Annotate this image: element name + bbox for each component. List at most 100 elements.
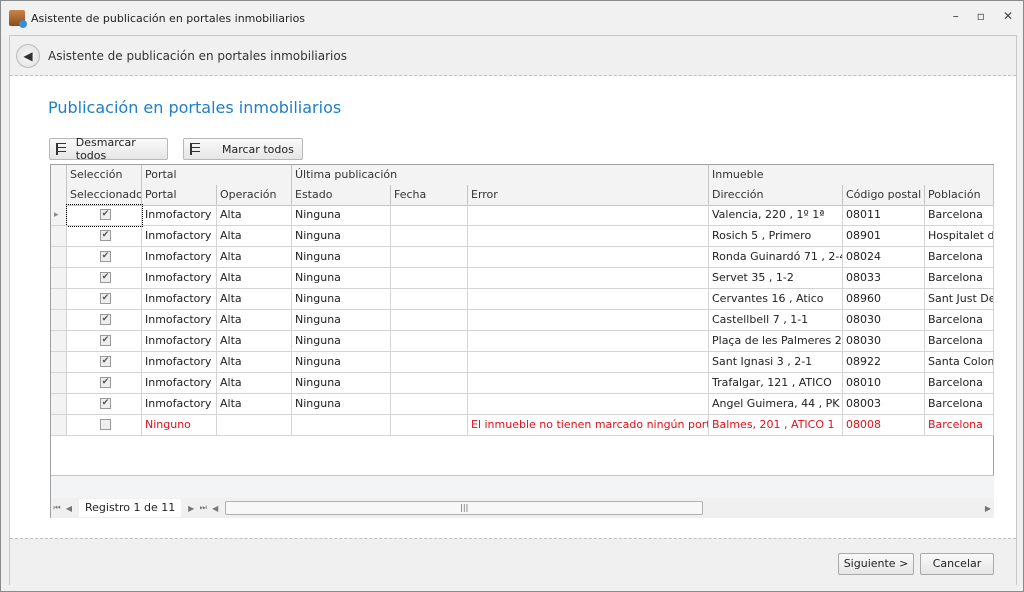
app-icon [9, 10, 27, 28]
selected-cell[interactable]: ✔ [67, 289, 142, 310]
cell-pob: Barcelona [925, 394, 994, 415]
column-header[interactable]: Seleccionado [67, 185, 142, 206]
cell-fecha [391, 394, 468, 415]
last-record-icon[interactable]: ⏭ [197, 503, 209, 513]
indicator-header [51, 165, 67, 186]
cell-dir: Valencia, 220 , 1º 1ª [709, 205, 843, 226]
column-header[interactable]: Estado [292, 185, 391, 206]
next-record-icon[interactable]: ▶ [185, 504, 197, 513]
column-header[interactable]: Operación [217, 185, 292, 206]
cell-cp: 08010 [843, 373, 925, 394]
cell-estado: Ninguna [292, 331, 391, 352]
checked-checkbox[interactable]: ✔ [100, 209, 111, 220]
cell-pob: Sant Just Des [925, 289, 994, 310]
selected-cell[interactable] [67, 415, 142, 436]
table-row[interactable]: ✔ Inmofactory Alta Ninguna Trafalgar, 121 , … [51, 373, 994, 394]
table-row[interactable]: ✔ Inmofactory Alta Ninguna Cervantes 16 , At… [51, 289, 994, 310]
checked-checkbox[interactable]: ✔ [100, 251, 111, 262]
cell-fecha [391, 247, 468, 268]
scroll-right-icon[interactable]: ▶ [982, 504, 994, 513]
selected-cell[interactable]: ✔ [67, 373, 142, 394]
cell-cp: 08901 [843, 226, 925, 247]
selected-cell[interactable]: ✔ [67, 247, 142, 268]
page-title: Publicación en portales inmobiliarios [48, 98, 342, 117]
checked-checkbox[interactable]: ✔ [100, 356, 111, 367]
mark-all-button[interactable]: Marcar todos [183, 138, 303, 160]
cell-error [468, 310, 709, 331]
row-indicator [51, 373, 67, 394]
checked-checkbox[interactable]: ✔ [100, 377, 111, 388]
table-row[interactable]: Ninguno El inmueble no tienen marcado nin… [51, 415, 994, 436]
window-title: Asistente de publicación en portales inm… [31, 11, 306, 25]
column-header[interactable]: Dirección [709, 185, 843, 206]
table-row[interactable]: ✔ Inmofactory Alta Ninguna Castellbell 7 , 1… [51, 310, 994, 331]
unchecked-checkbox[interactable] [100, 419, 111, 430]
selected-cell[interactable]: ✔ [67, 331, 142, 352]
cell-error [468, 268, 709, 289]
maximize-button[interactable]: ▫ [977, 9, 985, 23]
cancel-button[interactable]: Cancelar [920, 553, 994, 575]
column-header[interactable]: Error [468, 185, 709, 206]
checked-checkbox[interactable]: ✔ [100, 314, 111, 325]
cell-portal: Inmofactory [142, 247, 217, 268]
table-row[interactable]: ✔ Inmofactory Alta Ninguna Plaça de les Palm… [51, 331, 994, 352]
selected-cell[interactable]: ✔ [67, 352, 142, 373]
row-indicator [51, 268, 67, 289]
back-button[interactable]: ◀ [16, 43, 40, 68]
band-seleccion: Selección [67, 165, 142, 186]
selected-cell[interactable]: ✔ [67, 268, 142, 289]
cell-cp: 08024 [843, 247, 925, 268]
close-button[interactable]: ✕ [1003, 9, 1013, 23]
checked-checkbox[interactable]: ✔ [100, 335, 111, 346]
record-counter: Registro 1 de 11 [79, 499, 182, 517]
cell-op [217, 415, 292, 436]
cell-estado: Ninguna [292, 310, 391, 331]
checked-checkbox[interactable]: ✔ [100, 272, 111, 283]
scrollbar-thumb[interactable]: ||| [225, 501, 704, 515]
table-row[interactable]: ▸ ✔ Inmofactory Alta Ninguna Valencia, 220 , … [51, 204, 994, 227]
column-header[interactable]: Portal [142, 185, 217, 206]
checked-checkbox[interactable]: ✔ [100, 293, 111, 304]
cell-error [468, 394, 709, 415]
cell-fecha [391, 415, 468, 436]
checked-checkbox[interactable]: ✔ [100, 398, 111, 409]
scroll-left-icon[interactable]: ◀ [209, 504, 221, 513]
cell-dir: Cervantes 16 , Atico [709, 289, 843, 310]
column-header[interactable]: Código postal [843, 185, 925, 206]
prev-record-icon[interactable]: ◀ [63, 504, 75, 513]
table-row[interactable]: ✔ Inmofactory Alta Ninguna Rosich 5 , Primer… [51, 226, 994, 247]
band-inmueble: Inmueble [709, 165, 994, 186]
cell-portal: Inmofactory [142, 289, 217, 310]
cell-portal: Inmofactory [142, 373, 217, 394]
column-header[interactable]: Población [925, 185, 994, 206]
table-row[interactable]: ✔ Inmofactory Alta Ninguna Servet 35 , 1-2 08… [51, 268, 994, 289]
minimize-button[interactable]: – [953, 9, 959, 23]
cell-dir: Sant Ignasi 3 , 2-1 [709, 352, 843, 373]
selected-cell[interactable]: ✔ [67, 394, 142, 415]
selected-cell[interactable]: ✔ [67, 310, 142, 331]
table-row[interactable]: ✔ Inmofactory Alta Ninguna Angel Guimera, 44… [51, 394, 994, 415]
table-row[interactable]: ✔ Inmofactory Alta Ninguna Sant Ignasi 3 , 2… [51, 352, 994, 373]
cell-dir: Plaça de les Palmeres 21... [709, 331, 843, 352]
row-indicator [51, 331, 67, 352]
cell-dir: Trafalgar, 121 , ATICO [709, 373, 843, 394]
column-header[interactable]: Fecha [391, 185, 468, 206]
cell-op: Alta [217, 268, 292, 289]
row-indicator [51, 289, 67, 310]
cell-dir: Castellbell 7 , 1-1 [709, 310, 843, 331]
selected-cell[interactable]: ✔ [67, 226, 142, 247]
horizontal-scrollbar[interactable]: ||| [221, 500, 982, 516]
wizard-footer: Siguiente > Cancelar [10, 538, 1016, 586]
checked-checkbox[interactable]: ✔ [100, 230, 111, 241]
next-button[interactable]: Siguiente > [838, 553, 914, 575]
cell-pob: Barcelona [925, 268, 994, 289]
first-record-icon[interactable]: ⏮ [51, 503, 63, 513]
cell-cp: 08033 [843, 268, 925, 289]
cell-cp: 08922 [843, 352, 925, 373]
selected-cell[interactable]: ✔ [66, 204, 143, 227]
cell-error [468, 289, 709, 310]
unmark-all-button[interactable]: Desmarcar todos [49, 136, 168, 162]
cell-pob: Barcelona [925, 310, 994, 331]
table-row[interactable]: ✔ Inmofactory Alta Ninguna Ronda Guinardó 71… [51, 247, 994, 268]
cell-pob: Barcelona [925, 205, 994, 226]
